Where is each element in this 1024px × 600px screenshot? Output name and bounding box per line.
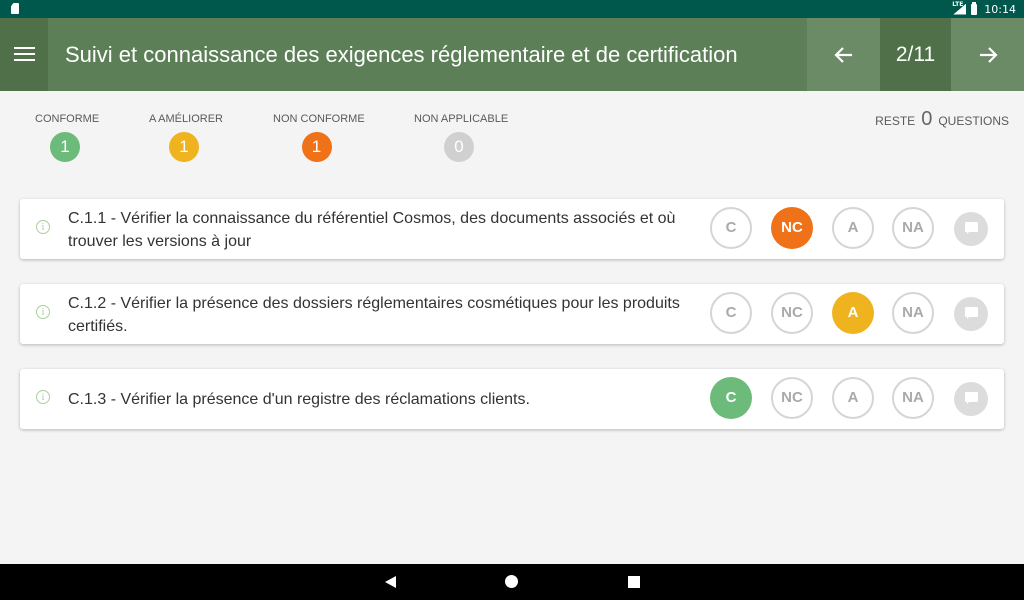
option-na-button[interactable]: NA <box>892 292 934 334</box>
remaining-count: 0 <box>921 108 933 130</box>
add-comment-button[interactable] <box>954 212 988 246</box>
info-icon[interactable]: i <box>36 390 50 404</box>
battery-icon <box>971 1 978 15</box>
option-a-button[interactable]: A <box>832 207 874 249</box>
comment-add-icon <box>965 392 978 404</box>
arrow-right-icon <box>979 46 998 63</box>
add-comment-button[interactable] <box>954 382 988 416</box>
app-bar: Suivi et connaissance des exigences régl… <box>0 18 1024 91</box>
summary-a-ameliorer: A AMÉLIORER 1 <box>149 113 223 162</box>
remaining-questions: RESTE 0 QUESTIONS <box>875 108 1009 131</box>
question-text: C.1.1 - Vérifier la connaissance du réfé… <box>68 210 676 250</box>
option-nc-button[interactable]: NC <box>771 207 813 249</box>
summary-non-applicable: NON APPLICABLE 0 <box>414 113 509 162</box>
summary-label: NON APPLICABLE <box>414 113 509 125</box>
signal-icon: LTE <box>952 0 966 15</box>
summary-non-conforme: NON CONFORME 1 <box>273 113 365 162</box>
summary-label: CONFORME <box>35 113 100 125</box>
option-nc-button[interactable]: NC <box>771 292 813 334</box>
summary-count-badge: 0 <box>444 132 474 162</box>
previous-page-button[interactable] <box>807 18 880 91</box>
option-c-button[interactable]: C <box>710 292 752 334</box>
comment-add-icon <box>965 307 978 319</box>
summary-count-badge: 1 <box>301 132 332 162</box>
info-icon[interactable]: i <box>36 220 50 234</box>
home-icon[interactable] <box>505 575 518 588</box>
next-page-button[interactable] <box>951 18 1024 91</box>
menu-button[interactable] <box>0 18 48 91</box>
option-nc-button[interactable]: NC <box>771 377 813 419</box>
question-card: i C.1.1 - Vérifier la connaissance du ré… <box>20 199 1004 259</box>
option-c-button[interactable]: C <box>710 377 752 419</box>
sd-card-icon <box>11 3 19 14</box>
summary-count-badge: 1 <box>50 132 80 162</box>
remaining-suffix: QUESTIONS <box>938 114 1009 128</box>
comment-add-icon <box>965 222 978 234</box>
option-a-button[interactable]: A <box>832 377 874 419</box>
summary-label: A AMÉLIORER <box>149 113 223 125</box>
status-bar: LTE 10:14 <box>0 0 1024 18</box>
summary-label: NON CONFORME <box>273 113 365 125</box>
option-na-button[interactable]: NA <box>892 377 934 419</box>
system-nav-bar <box>0 564 1024 600</box>
recent-apps-icon[interactable] <box>628 576 640 588</box>
back-icon[interactable] <box>385 576 396 588</box>
status-time: 10:14 <box>984 2 1016 16</box>
info-icon[interactable]: i <box>36 305 50 319</box>
page-indicator: 2/11 <box>880 18 951 91</box>
question-card: i C.1.3 - Vérifier la présence d'un regi… <box>20 369 1004 429</box>
arrow-left-icon <box>833 46 852 63</box>
add-comment-button[interactable] <box>954 297 988 331</box>
remaining-prefix: RESTE <box>875 114 916 128</box>
question-text: C.1.2 - Vérifier la présence des dossier… <box>68 295 680 335</box>
option-a-button[interactable]: A <box>832 292 874 334</box>
option-na-button[interactable]: NA <box>892 207 934 249</box>
question-text: C.1.3 - Vérifier la présence d'un regist… <box>68 391 530 408</box>
summary-conforme: CONFORME 1 <box>35 113 100 162</box>
question-card: i C.1.2 - Vérifier la présence des dossi… <box>20 284 1004 344</box>
signal-label: LTE <box>952 0 964 8</box>
summary-count-badge: 1 <box>169 132 199 162</box>
option-c-button[interactable]: C <box>710 207 752 249</box>
page-title: Suivi et connaissance des exigences régl… <box>65 42 738 67</box>
